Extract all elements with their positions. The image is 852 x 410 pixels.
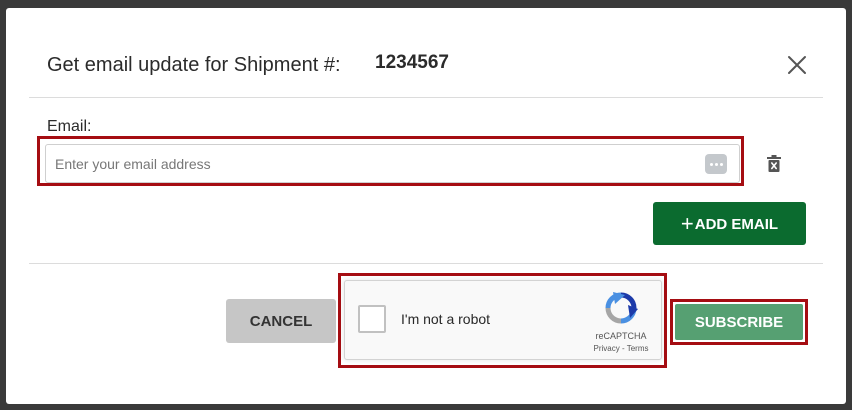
email-label: Email: (47, 118, 92, 135)
shipment-number: 1234567 (375, 52, 449, 73)
delete-email-button[interactable] (767, 155, 781, 172)
links-separator: - (619, 344, 627, 353)
recaptcha-checkbox[interactable] (358, 305, 386, 333)
close-button[interactable] (784, 52, 810, 78)
subscribe-button[interactable]: SUBSCRIBE (675, 304, 803, 340)
privacy-link[interactable]: Privacy (594, 344, 620, 353)
header-divider (29, 97, 823, 98)
password-manager-icon[interactable] (705, 154, 727, 174)
cancel-button[interactable]: CANCEL (226, 299, 336, 343)
recaptcha-logo-icon (605, 292, 638, 324)
footer-divider (29, 263, 823, 264)
add-email-label: ADD EMAIL (694, 215, 779, 233)
recaptcha-widget: I'm not a robot reCAPTCHA Privacy - Term… (344, 280, 662, 360)
recaptcha-label: I'm not a robot (401, 311, 491, 327)
recaptcha-links: Privacy - Terms (577, 344, 665, 353)
plus-icon: + (680, 210, 694, 236)
email-input[interactable] (45, 144, 740, 183)
dialog-header: Get email update for Shipment #: 1234567 (6, 8, 846, 98)
trash-icon (767, 155, 781, 172)
recaptcha-brand: reCAPTCHA (595, 331, 647, 341)
terms-link[interactable]: Terms (627, 344, 649, 353)
add-email-button[interactable]: +ADD EMAIL (653, 202, 806, 245)
email-update-dialog: Get email update for Shipment #: 1234567… (6, 8, 846, 404)
dialog-title: Get email update for Shipment #: (47, 54, 341, 76)
close-icon (788, 56, 806, 74)
